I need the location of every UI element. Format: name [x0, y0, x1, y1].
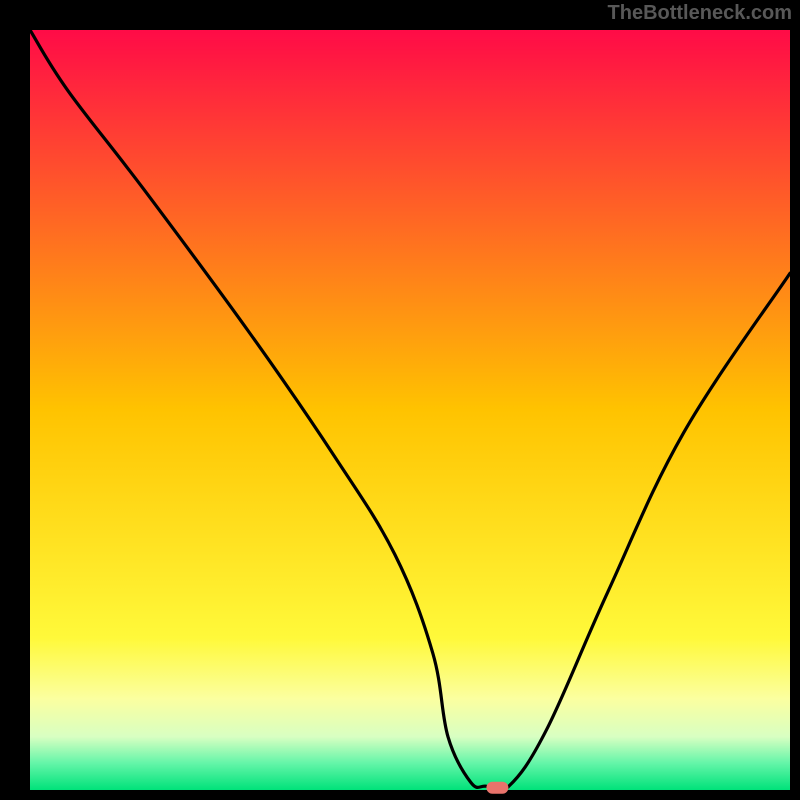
optimal-marker [486, 782, 508, 794]
chart-frame: { "watermark": "TheBottleneck.com", "cha… [0, 0, 800, 800]
watermark-text: TheBottleneck.com [608, 2, 792, 25]
bottleneck-chart [0, 0, 800, 800]
plot-background [30, 30, 790, 790]
